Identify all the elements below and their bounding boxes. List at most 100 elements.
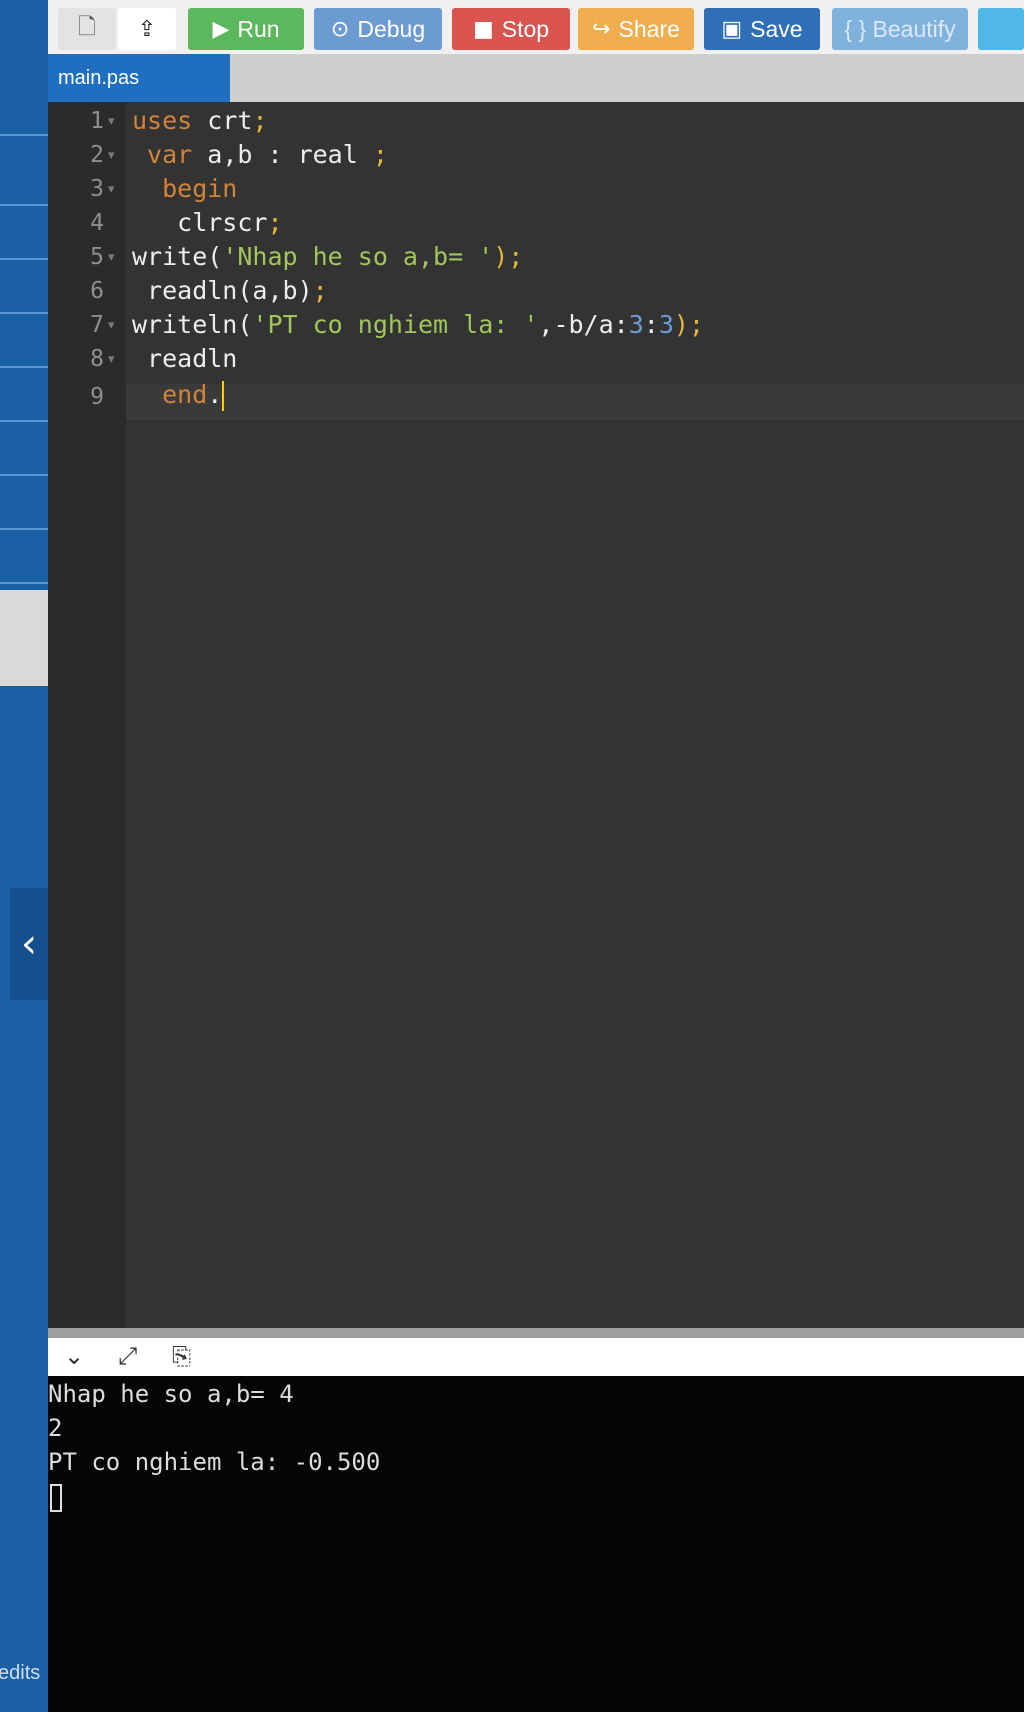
save-icon: ▣ — [721, 16, 743, 42]
console-output[interactable]: Nhap he so a,b= 4 2 PT co nghiem la: -0.… — [48, 1376, 1024, 1712]
console-toolbar: ⌄ ⤢ ⎘ — [48, 1338, 1024, 1376]
code-line-1: uses crt; — [132, 106, 268, 135]
string-literal: 'PT co nghiem la: ' — [252, 310, 539, 339]
line-number: 6 — [90, 278, 104, 304]
fold-arrow-icon[interactable]: ▾ — [108, 318, 115, 333]
code-line-3: begin — [132, 174, 237, 203]
stop-icon: ■ — [472, 16, 494, 42]
run-button[interactable]: ▶ Run — [188, 8, 304, 50]
number-literal: 3 — [658, 310, 674, 339]
declaration: a,b : real — [192, 140, 373, 169]
identifier: clrscr — [132, 208, 268, 237]
line-number: 2 — [90, 142, 104, 168]
period: . — [207, 380, 223, 409]
collapse-sidebar-button[interactable]: ‹ — [10, 888, 48, 1000]
code-line-9: end. — [132, 380, 225, 411]
upload-icon: ⇪ — [137, 16, 157, 42]
identifier: crt — [192, 106, 253, 135]
play-icon: ▶ — [212, 16, 230, 42]
fold-arrow-icon[interactable]: ▾ — [108, 250, 115, 265]
identifier: write( — [132, 242, 223, 271]
tab-label: main.pas — [58, 66, 140, 89]
stop-label: Stop — [501, 15, 550, 42]
toolbar-more-button[interactable] — [978, 8, 1024, 50]
tab-bar: main.pas — [48, 54, 1024, 102]
line-number: 1 — [90, 108, 104, 134]
punctuation: ); — [493, 242, 524, 271]
identifier: readln(a,b) — [132, 276, 313, 305]
beautify-button[interactable]: { } Beautify — [832, 8, 968, 50]
chevron-left-icon: ‹ — [21, 921, 37, 967]
console-line: PT co nghiem la: -0.500 — [48, 1448, 381, 1476]
code-line-6: readln(a,b); — [132, 276, 328, 305]
identifier: readln — [132, 344, 238, 373]
expression: ,-b/a: — [538, 310, 629, 339]
code-line-8: readln — [132, 344, 237, 373]
semicolon: ; — [252, 106, 268, 135]
line-number: 3 — [90, 176, 104, 202]
share-button[interactable]: ↪ Share — [578, 8, 694, 50]
line-number: 7 — [90, 312, 104, 338]
console-cursor — [50, 1484, 62, 1512]
keyword-var: var — [132, 140, 193, 169]
sidebar-item[interactable] — [0, 260, 48, 314]
sidebar-item[interactable] — [0, 314, 48, 368]
code-line-7: writeln('PT co nghiem la: ',-b/a:3:3); — [132, 310, 704, 339]
share-label: Share — [618, 15, 680, 42]
code-line-5: write('Nhap he so a,b= '); — [132, 242, 523, 271]
sidebar-item[interactable] — [0, 0, 48, 136]
file-icon: 🗋 — [78, 15, 96, 40]
line-number: 9 — [90, 384, 104, 410]
copy-icon[interactable]: ⎘ — [172, 1342, 191, 1370]
line-number: 5 — [90, 244, 104, 270]
colon: : — [643, 310, 659, 339]
sidebar-item[interactable] — [0, 368, 48, 422]
code-line-2: var a,b : real ; — [132, 140, 388, 169]
tab-main-pas[interactable]: main.pas — [48, 54, 230, 102]
sidebar-ad-area — [0, 590, 48, 686]
semicolon: ; — [312, 276, 328, 305]
fold-arrow-icon[interactable]: ▾ — [108, 148, 115, 163]
sidebar-item[interactable] — [0, 422, 48, 476]
fold-arrow-icon[interactable]: ▾ — [108, 352, 115, 367]
stop-button[interactable]: ■ Stop — [452, 8, 570, 50]
save-label: Save — [750, 15, 803, 42]
semicolon: ; — [372, 140, 388, 169]
line-number: 4 — [90, 210, 104, 236]
run-label: Run — [237, 15, 280, 42]
debug-icon: ⊙ — [330, 16, 350, 42]
beautify-label: { } Beautify — [844, 15, 956, 42]
keyword-end: end — [132, 380, 208, 409]
new-file-button[interactable]: 🗋 — [58, 8, 116, 50]
save-button[interactable]: ▣ Save — [704, 8, 820, 50]
share-icon: ↪ — [592, 16, 611, 42]
keyword-uses: uses — [132, 106, 193, 135]
chevron-down-icon[interactable]: ⌄ — [64, 1342, 84, 1370]
console-line: 2 — [48, 1414, 63, 1442]
sidebar-item[interactable] — [0, 136, 48, 206]
sidebar-item[interactable] — [0, 206, 48, 260]
expand-icon[interactable]: ⤢ — [118, 1342, 137, 1370]
code-editor[interactable]: 1 2 3 4 5 6 7 8 9 ▾ ▾ ▾ ▾ ▾ ▾ uses crt; … — [48, 102, 1024, 1328]
resize-splitter[interactable] — [48, 1328, 1024, 1338]
debug-button[interactable]: ⊙ Debug — [314, 8, 442, 50]
punctuation: ); — [673, 310, 705, 339]
semicolon: ; — [267, 208, 283, 237]
sidebar-item[interactable] — [0, 530, 48, 584]
upload-button[interactable]: ⇪ — [118, 8, 176, 50]
line-number: 8 — [90, 346, 104, 372]
debug-label: Debug — [357, 15, 426, 42]
left-sidebar: ‹ edits — [0, 0, 48, 1712]
keyword-begin: begin — [132, 174, 238, 203]
number-literal: 3 — [628, 310, 644, 339]
code-line-4: clrscr; — [132, 208, 283, 237]
console-line: Nhap he so a,b= 4 — [48, 1380, 294, 1408]
toolbar: 🗋 ⇪ ▶ Run ⊙ Debug ■ Stop ↪ Share ▣ Save … — [48, 0, 1024, 54]
identifier: writeln( — [132, 310, 253, 339]
fold-arrow-icon[interactable]: ▾ — [108, 114, 115, 129]
sidebar-item[interactable] — [0, 476, 48, 530]
text-caret — [222, 381, 225, 411]
fold-arrow-icon[interactable]: ▾ — [108, 182, 115, 197]
string-literal: 'Nhap he so a,b= ' — [222, 242, 494, 271]
credits-text: edits — [0, 1662, 41, 1684]
